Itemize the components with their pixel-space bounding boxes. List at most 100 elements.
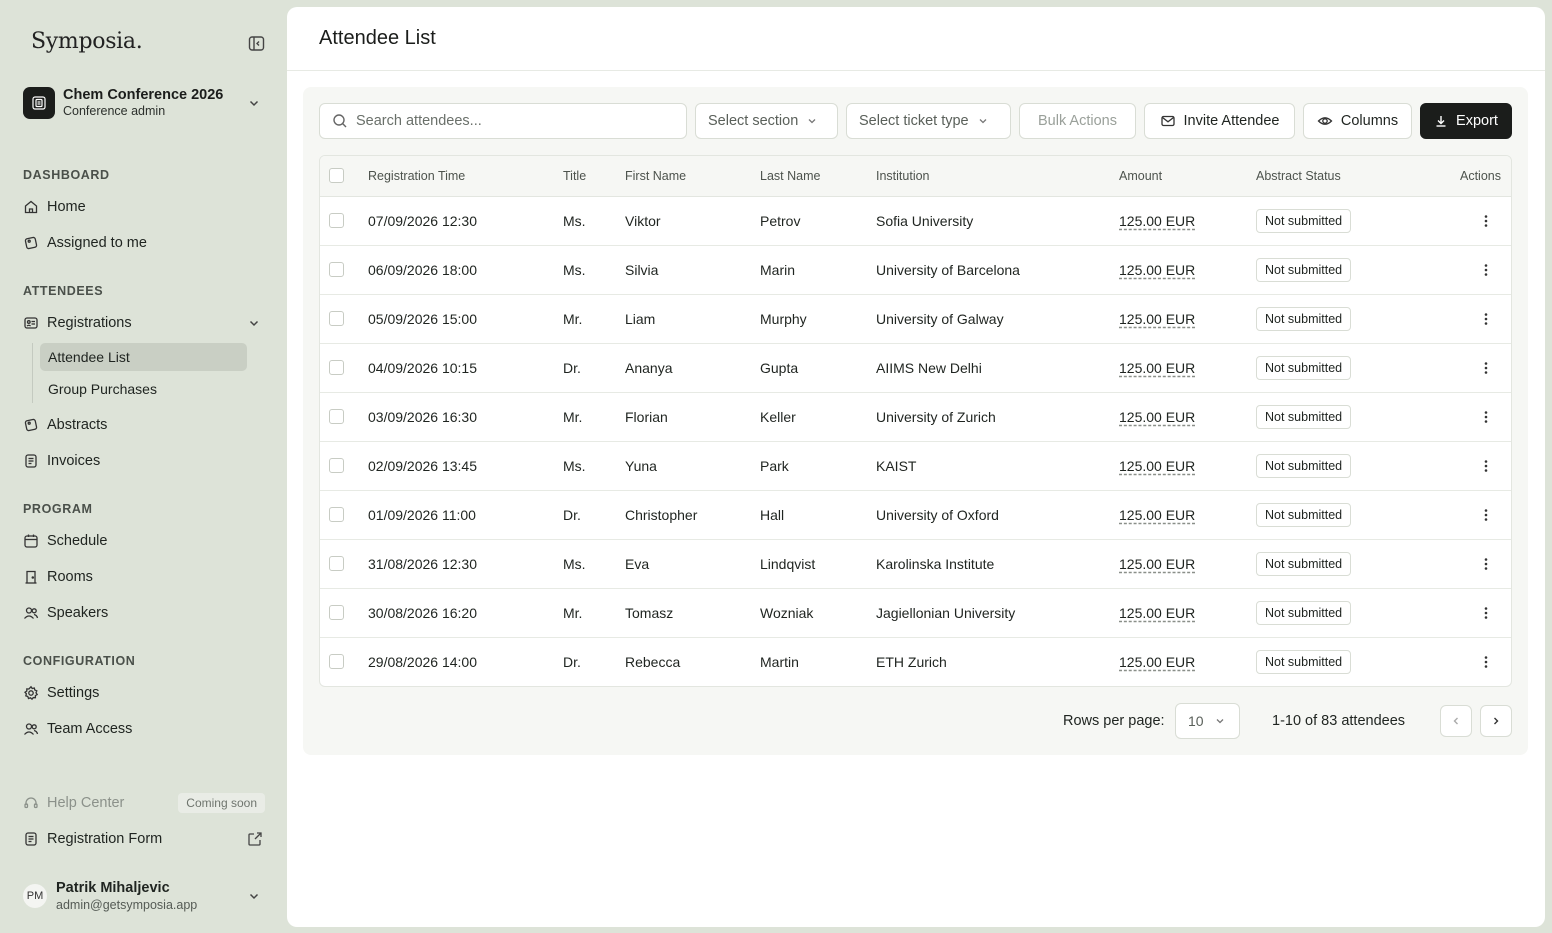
col-amount[interactable]: Amount bbox=[1119, 169, 1162, 183]
cell-amount[interactable]: 125.00 EUR bbox=[1119, 556, 1195, 572]
cell-amount[interactable]: 125.00 EUR bbox=[1119, 458, 1195, 474]
invite-attendee-button[interactable]: Invite Attendee bbox=[1144, 103, 1295, 139]
cell-amount[interactable]: 125.00 EUR bbox=[1119, 213, 1195, 229]
more-vertical-icon[interactable] bbox=[1478, 458, 1494, 474]
cell-registration-time: 29/08/2026 14:00 bbox=[368, 654, 477, 670]
row-checkbox[interactable] bbox=[329, 605, 344, 620]
cell-title: Ms. bbox=[563, 556, 586, 572]
cell-last-name: Lindqvist bbox=[760, 556, 816, 572]
sidebar-item-rooms[interactable]: Rooms bbox=[23, 563, 265, 591]
sidebar-item-label: Home bbox=[47, 199, 86, 215]
more-vertical-icon[interactable] bbox=[1478, 213, 1494, 229]
cell-amount[interactable]: 125.00 EUR bbox=[1119, 262, 1195, 278]
col-title[interactable]: Title bbox=[563, 169, 586, 183]
sidebar-item-group-purchases[interactable]: Group Purchases bbox=[40, 375, 247, 403]
row-checkbox[interactable] bbox=[329, 311, 344, 326]
table-row[interactable]: 29/08/2026 14:00 Dr. Rebecca Martin ETH Zuri… bbox=[320, 638, 1511, 686]
col-last-name[interactable]: Last Name bbox=[760, 169, 820, 183]
sidebar-item-speakers[interactable]: Speakers bbox=[23, 599, 265, 627]
cell-institution: University of Oxford bbox=[876, 507, 999, 523]
search-box[interactable] bbox=[319, 103, 687, 139]
columns-label: Columns bbox=[1340, 113, 1399, 129]
gear-icon bbox=[23, 685, 39, 701]
section-label-program: PROGRAM bbox=[23, 502, 93, 516]
ticket-type-select[interactable]: Select ticket type bbox=[846, 103, 1011, 139]
col-abstract-status[interactable]: Abstract Status bbox=[1256, 169, 1341, 183]
next-page-button[interactable] bbox=[1480, 705, 1512, 737]
section-select-label: Select section bbox=[708, 113, 799, 129]
sidebar-item-invoices[interactable]: Invoices bbox=[23, 447, 265, 475]
app-logo[interactable]: Symposia. bbox=[31, 29, 143, 54]
more-vertical-icon[interactable] bbox=[1478, 360, 1494, 376]
row-checkbox[interactable] bbox=[329, 507, 344, 522]
sidebar-item-settings[interactable]: Settings bbox=[23, 679, 265, 707]
row-checkbox[interactable] bbox=[329, 556, 344, 571]
more-vertical-icon[interactable] bbox=[1478, 605, 1494, 621]
table-row[interactable]: 02/09/2026 13:45 Ms. Yuna Park KAIST 125.00 E… bbox=[320, 442, 1511, 491]
attendee-table: Registration Time Title First Name Last … bbox=[319, 155, 1512, 687]
cell-amount[interactable]: 125.00 EUR bbox=[1119, 605, 1195, 621]
col-registration-time[interactable]: Registration Time bbox=[368, 169, 465, 183]
search-input[interactable] bbox=[356, 113, 656, 129]
row-checkbox[interactable] bbox=[329, 409, 344, 424]
table-row[interactable]: 31/08/2026 12:30 Ms. Eva Lindqvist Karolinsk… bbox=[320, 540, 1511, 589]
cell-first-name: Ananya bbox=[625, 360, 673, 376]
cell-institution: Karolinska Institute bbox=[876, 556, 995, 572]
sidebar-item-registrations[interactable]: Registrations bbox=[23, 309, 265, 337]
select-all-checkbox[interactable] bbox=[329, 168, 344, 183]
section-select[interactable]: Select section bbox=[695, 103, 838, 139]
home-icon bbox=[23, 199, 39, 215]
row-checkbox[interactable] bbox=[329, 213, 344, 228]
more-vertical-icon[interactable] bbox=[1478, 409, 1494, 425]
table-row[interactable]: 01/09/2026 11:00 Dr. Christopher Hall Univer… bbox=[320, 491, 1511, 540]
more-vertical-icon[interactable] bbox=[1478, 311, 1494, 327]
user-menu[interactable]: PM Patrik Mihaljevic admin@getsymposia.a… bbox=[23, 877, 265, 915]
cell-registration-time: 06/09/2026 18:00 bbox=[368, 262, 477, 278]
cell-amount[interactable]: 125.00 EUR bbox=[1119, 360, 1195, 376]
sidebar-item-abstracts[interactable]: Abstracts bbox=[23, 411, 265, 439]
table-row[interactable]: 07/09/2026 12:30 Ms. Viktor Petrov Sofia Uni… bbox=[320, 197, 1511, 246]
cell-last-name: Murphy bbox=[760, 311, 807, 327]
col-first-name[interactable]: First Name bbox=[625, 169, 686, 183]
bulk-actions-button[interactable]: Bulk Actions bbox=[1019, 103, 1136, 139]
row-checkbox[interactable] bbox=[329, 654, 344, 669]
col-institution[interactable]: Institution bbox=[876, 169, 930, 183]
sidebar-item-attendee-list[interactable]: Attendee List bbox=[40, 343, 247, 371]
org-switcher[interactable]: Chem Conference 2026 Conference admin bbox=[23, 86, 265, 120]
cell-amount[interactable]: 125.00 EUR bbox=[1119, 409, 1195, 425]
pagination: Rows per page: 10 1-10 of 83 attendees bbox=[303, 703, 1512, 739]
sidebar-item-team-access[interactable]: Team Access bbox=[23, 715, 265, 743]
more-vertical-icon[interactable] bbox=[1478, 262, 1494, 278]
sidebar-toggle-icon[interactable] bbox=[248, 35, 265, 52]
cell-amount[interactable]: 125.00 EUR bbox=[1119, 654, 1195, 670]
sidebar-item-schedule[interactable]: Schedule bbox=[23, 527, 265, 555]
user-name: Patrik Mihaljevic bbox=[56, 880, 170, 896]
sidebar: Symposia. Chem Conference 2026 Conferenc… bbox=[0, 0, 287, 933]
row-checkbox[interactable] bbox=[329, 360, 344, 375]
sidebar-item-home[interactable]: Home bbox=[23, 193, 265, 221]
cell-title: Mr. bbox=[563, 311, 583, 327]
more-vertical-icon[interactable] bbox=[1478, 507, 1494, 523]
row-checkbox[interactable] bbox=[329, 262, 344, 277]
sidebar-item-assigned[interactable]: Assigned to me bbox=[23, 229, 265, 257]
columns-button[interactable]: Columns bbox=[1303, 103, 1412, 139]
status-badge: Not submitted bbox=[1256, 356, 1352, 380]
table-row[interactable]: 04/09/2026 10:15 Dr. Ananya Gupta AIIMS New … bbox=[320, 344, 1511, 393]
status-badge: Not submitted bbox=[1256, 503, 1352, 527]
table-row[interactable]: 30/08/2026 16:20 Mr. Tomasz Wozniak Jagiello… bbox=[320, 589, 1511, 638]
rows-per-page-select[interactable]: 10 bbox=[1175, 703, 1240, 739]
prev-page-button[interactable] bbox=[1440, 705, 1472, 737]
cell-institution: ETH Zurich bbox=[876, 654, 947, 670]
status-badge: Not submitted bbox=[1256, 454, 1352, 478]
cell-amount[interactable]: 125.00 EUR bbox=[1119, 507, 1195, 523]
row-checkbox[interactable] bbox=[329, 458, 344, 473]
export-button[interactable]: Export bbox=[1420, 103, 1512, 139]
cell-amount[interactable]: 125.00 EUR bbox=[1119, 311, 1195, 327]
door-icon bbox=[23, 569, 39, 585]
sidebar-item-registration-form[interactable]: Registration Form bbox=[23, 825, 265, 853]
table-row[interactable]: 05/09/2026 15:00 Mr. Liam Murphy University … bbox=[320, 295, 1511, 344]
more-vertical-icon[interactable] bbox=[1478, 556, 1494, 572]
more-vertical-icon[interactable] bbox=[1478, 654, 1494, 670]
table-row[interactable]: 06/09/2026 18:00 Ms. Silvia Marin University… bbox=[320, 246, 1511, 295]
table-row[interactable]: 03/09/2026 16:30 Mr. Florian Keller Universi… bbox=[320, 393, 1511, 442]
